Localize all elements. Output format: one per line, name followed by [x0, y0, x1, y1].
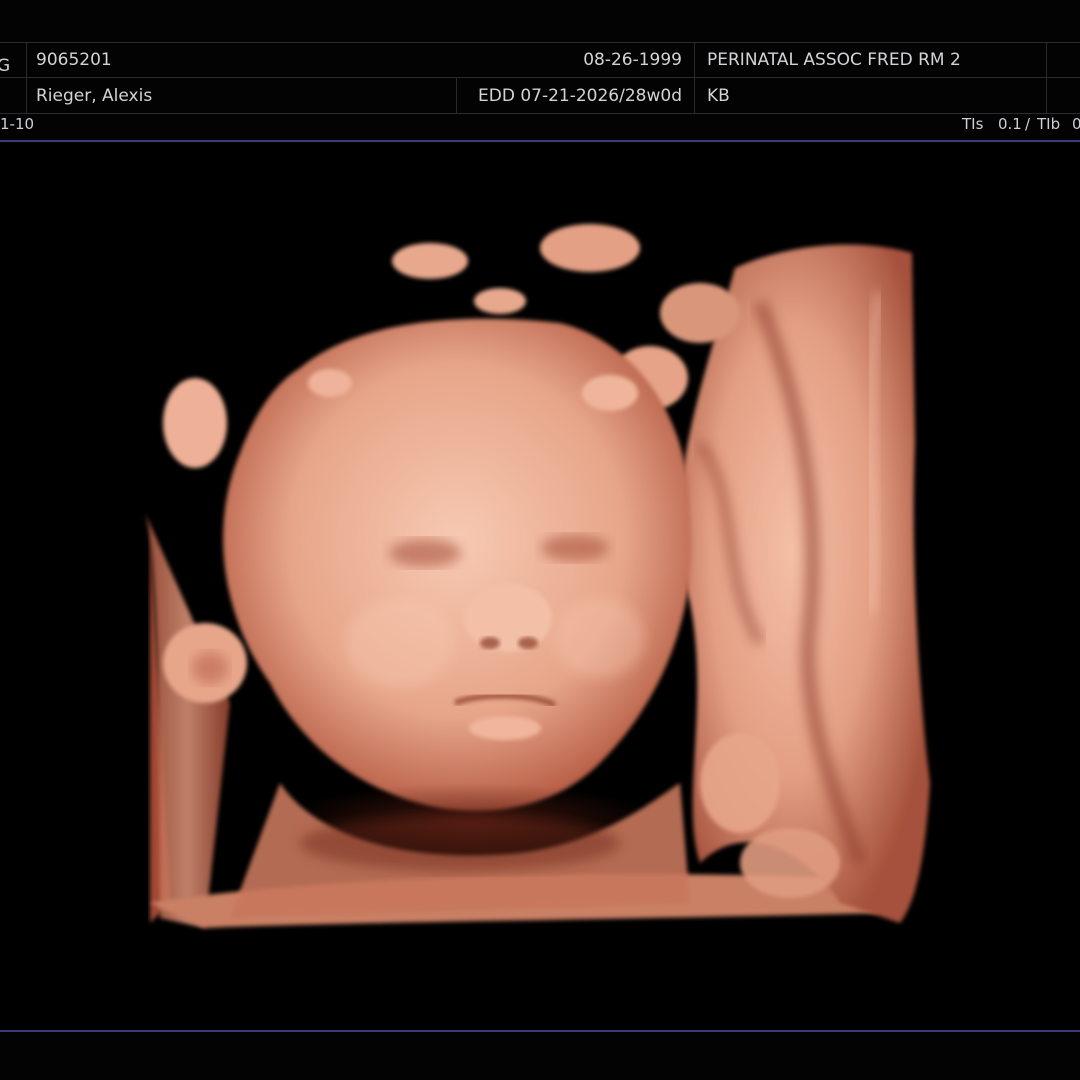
patient-name: Rieger, Alexis [36, 86, 153, 106]
patient-id: 9065201 [36, 50, 112, 70]
header-row-1: 9065201 08-26-1999 PERINATAL ASSOC FRED … [0, 42, 1080, 78]
header-row-2: Rieger, Alexis EDD 07-21-2026/28w0d KB [0, 78, 1080, 114]
edd-gestational-age: EDD 07-21-2026/28w0d [478, 86, 682, 106]
tib-label: TIb [1037, 115, 1061, 133]
top-accent-line [0, 140, 1080, 142]
tis-label: TIs [962, 115, 984, 133]
tib-value: 0 [1072, 115, 1080, 133]
bottom-accent-line [0, 1030, 1080, 1032]
patient-dob: 08-26-1999 [583, 50, 682, 70]
operator-initials: KB [707, 86, 730, 106]
fetal-face-render-icon [145, 224, 930, 928]
tis-value: 0.1 [998, 115, 1022, 133]
patient-info-header: 9065201 08-26-1999 PERINATAL ASSOC FRED … [0, 42, 1080, 114]
status-separator: / [1025, 115, 1031, 133]
ultrasound-3d-viewport[interactable] [0, 143, 1080, 1030]
location-name: PERINATAL ASSOC FRED RM 2 [707, 50, 961, 70]
status-left-text: 1-10 [0, 115, 35, 133]
status-bar: 1-10 TIs 0.1 / TIb 0 [0, 114, 1080, 134]
